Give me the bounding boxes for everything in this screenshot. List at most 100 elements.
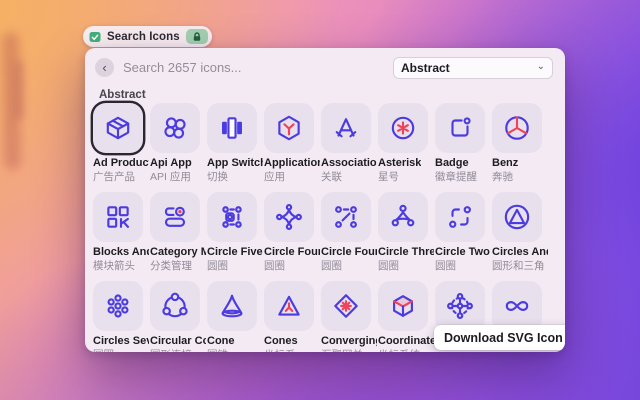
association-icon [331, 113, 361, 143]
icon-tile-cone[interactable]: Cone圆锥 [207, 281, 264, 352]
icon-tile-ad-product[interactable]: Ad Product广告产品 [93, 103, 150, 192]
icon-label-zh: 圆形和三角 [492, 260, 545, 273]
icon-label-en: Api App [150, 157, 192, 170]
icon-label-en: Badge [435, 157, 469, 170]
icon-tile-circle-four[interactable]: Circle Four圆圈 [264, 192, 321, 281]
category-management-icon [160, 202, 190, 232]
circle-five-line-icon [217, 202, 247, 232]
tile-box [264, 281, 314, 331]
back-icon: ‹ [102, 59, 106, 76]
icon-tile-circle-five-line[interactable]: Circle Five L...圆圈 [207, 192, 264, 281]
badge-icon [445, 113, 475, 143]
window-header: ‹ Search 2657 icons... Abstract ⌄ [85, 48, 565, 84]
circle-four-icon [274, 202, 304, 232]
icon-label-zh: 坐标系统 [378, 349, 420, 352]
icon-tile-app-switch[interactable]: App Switch切换 [207, 103, 264, 192]
cones-icon [274, 291, 304, 321]
icon-label-en: Circular Con... [150, 335, 206, 348]
icon-label-en: Circle Three [378, 246, 434, 259]
tile-box [492, 192, 542, 242]
category-dropdown-value: Abstract [401, 61, 450, 75]
icon-tile-cones[interactable]: Cones坐标系 [264, 281, 321, 352]
tile-box [492, 281, 542, 331]
wallpaper-smudge [14, 60, 24, 120]
icon-grid: Ad Product广告产品Api AppAPI 应用App Switch切换A… [85, 103, 565, 352]
circular-connection-icon [160, 291, 190, 321]
circles-and-triangle-icon [502, 202, 532, 232]
tile-box [150, 103, 200, 153]
icon-tile-api-app[interactable]: Api AppAPI 应用 [150, 103, 207, 192]
download-svg-tooltip[interactable]: Download SVG Icon >_ [434, 325, 565, 350]
benz-icon [502, 113, 532, 143]
icon-tile-badge[interactable]: Badge徽章提醒 [435, 103, 492, 192]
icon-label-en: Association [321, 157, 377, 170]
mobius-icon [502, 291, 532, 321]
icon-label-zh: 广告产品 [93, 171, 135, 184]
icon-tile-circular-connection[interactable]: Circular Con...圆形连接 [150, 281, 207, 352]
tile-box [150, 281, 200, 331]
tile-box [93, 103, 143, 153]
icon-label-en: Circle Four... [321, 246, 377, 259]
icon-label-zh: 模块箭头 [93, 260, 135, 273]
icon-tile-circle-four-line[interactable]: Circle Four...圆圈 [321, 192, 378, 281]
icon-label-en: Benz [492, 157, 518, 170]
search-input[interactable]: Search 2657 icons... [123, 60, 384, 75]
tile-box [93, 281, 143, 331]
asterisk-icon [388, 113, 418, 143]
coordinate-system-icon [388, 291, 418, 321]
window-title: Search Icons [107, 31, 180, 43]
circle-three-icon [388, 202, 418, 232]
icon-tile-circles-and-triangle[interactable]: Circles And...圆形和三角 [492, 192, 549, 281]
converging-icon [331, 291, 361, 321]
icon-tile-blocks-and-arrows[interactable]: Blocks And...模块箭头 [93, 192, 150, 281]
back-button[interactable]: ‹ [95, 58, 114, 77]
icon-tile-category-management[interactable]: Category M...分类管理 [150, 192, 207, 281]
icon-label-zh: 圆圈 [264, 260, 285, 273]
icon-label-zh: 星号 [378, 171, 399, 184]
tile-box [492, 103, 542, 153]
icon-tile-coordinate-system[interactable]: Coordinate...坐标系统 [378, 281, 435, 352]
icon-label-en: Circles Seven [93, 335, 149, 348]
icon-label-en: Circles And... [492, 246, 548, 259]
desktop: Search Icons ‹ Search 2657 icons... Abst… [0, 0, 640, 400]
icon-label-zh: 圆圈 [93, 349, 114, 352]
crossing-icon [445, 291, 475, 321]
icon-tile-association[interactable]: Association关联 [321, 103, 378, 192]
ad-product-icon [103, 113, 133, 143]
icon-tile-circles-seven[interactable]: Circles Seven圆圈 [93, 281, 150, 352]
icon-label-en: Application... [264, 157, 320, 170]
icon-label-en: Circle Five L... [207, 246, 263, 259]
icon-label-zh: 坐标系 [264, 349, 296, 352]
tile-box [207, 281, 257, 331]
tile-box [435, 281, 485, 331]
window-title-chip[interactable]: Search Icons [83, 26, 212, 47]
icon-label-en: Asterisk [378, 157, 421, 170]
icon-tile-circle-two-line[interactable]: Circle Two L...圆圈 [435, 192, 492, 281]
icon-tile-asterisk[interactable]: Asterisk星号 [378, 103, 435, 192]
icon-tile-benz[interactable]: Benz奔驰 [492, 103, 549, 192]
icon-label-zh: 圆圈 [435, 260, 456, 273]
icon-label-zh: 分类管理 [150, 260, 192, 273]
icon-tile-circle-three[interactable]: Circle Three圆圈 [378, 192, 435, 281]
tile-box [321, 281, 371, 331]
circle-two-line-icon [445, 202, 475, 232]
tile-box [207, 192, 257, 242]
icon-search-window: ‹ Search 2657 icons... Abstract ⌄ Abstra… [85, 48, 565, 352]
tile-box [321, 103, 371, 153]
blocks-and-arrows-icon [103, 202, 133, 232]
icon-label-zh: 圆锥 [207, 349, 228, 352]
icon-label-en: Converging... [321, 335, 377, 348]
tile-box [378, 192, 428, 242]
icon-label-en: Category M... [150, 246, 206, 259]
category-dropdown[interactable]: Abstract ⌄ [393, 57, 553, 79]
icon-tile-converging[interactable]: Converging...汇聚网关 [321, 281, 378, 352]
tile-box [321, 192, 371, 242]
icon-label-en: App Switch [207, 157, 263, 170]
icon-label-en: Circle Two L... [435, 246, 491, 259]
circles-seven-icon [103, 291, 133, 321]
icon-label-zh: 圆圈 [378, 260, 399, 273]
icon-label-en: Coordinate... [378, 335, 434, 348]
app-favicon-icon [89, 31, 101, 43]
icon-tile-application[interactable]: Application...应用 [264, 103, 321, 192]
icon-label-zh: API 应用 [150, 171, 191, 184]
